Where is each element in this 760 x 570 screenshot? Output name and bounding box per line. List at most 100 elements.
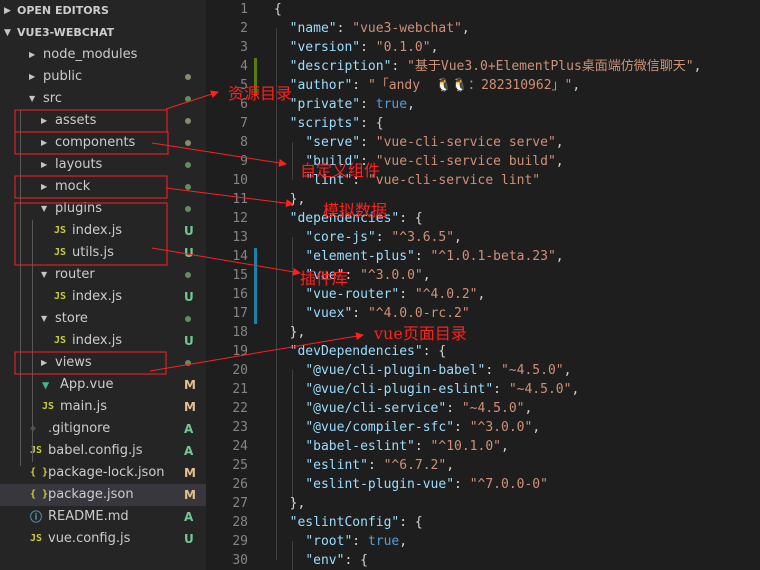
json-punct: : [493,382,509,397]
json-key: "private" [289,97,361,112]
annotation-label-3: 插件库 [300,269,349,288]
tree-folder-store[interactable]: ▼ store [0,308,206,330]
json-punct: , [430,40,439,55]
git-status-badge: M [184,378,196,392]
chevron-right-icon: ▶ [41,138,48,147]
project-header[interactable]: ▼ VUE3-WEBCHAT [0,22,206,44]
json-key: "author" [289,78,353,93]
chevron-right-icon: ▶ [41,182,48,191]
git-status-badge: M [184,400,196,414]
json-key: "env" [305,553,345,568]
git-file-icon: ◆ [30,423,37,434]
tree-folder-public[interactable]: ▶ public [0,66,206,88]
tree-item-label: public [43,69,83,84]
code-line: "babel-eslint": "^10.1.0", [274,437,509,456]
json-punct [274,363,305,378]
tree-file-index-js[interactable]: JS index.js U [0,286,206,308]
project-title: VUE3-WEBCHAT [17,26,115,39]
chevron-down-icon: ▼ [41,204,48,213]
code-line: "author": "「andy 🐧🐧：282310962」", [274,76,581,95]
tree-file-vue-config-js[interactable]: JS vue.config.js U [0,528,206,550]
json-punct: , [524,401,533,416]
tree-item-label: package.json [48,487,134,502]
json-punct: : [454,477,470,492]
tree-folder-views[interactable]: ▶ views [0,352,206,374]
tree-file-index-js[interactable]: JS index.js U [0,330,206,352]
json-punct: , [477,287,486,302]
tree-file-utils-js[interactable]: JS utils.js U [0,242,206,264]
tree-file--gitignore[interactable]: ◆ .gitignore A [0,418,206,440]
json-punct: : { [422,344,447,359]
json-key: "description" [289,59,392,74]
tree-file-package-json[interactable]: { } package.json M [0,484,206,506]
line-number: 28 [232,515,248,530]
tree-folder-plugins[interactable]: ▼ plugins [0,198,206,220]
chevron-down-icon: ▼ [41,314,48,323]
line-number: 7 [240,116,248,131]
git-status-badge: U [184,334,194,348]
js-file-icon: JS [42,401,55,412]
line-number: 3 [240,40,248,55]
annotation-label-0: 资源目录 [228,84,293,103]
line-number: 12 [232,211,248,226]
tree-item-label: router [55,267,95,282]
code-line: "devDependencies": { [274,342,447,361]
git-status-dot [185,360,191,366]
tree-item-label: index.js [72,333,123,348]
tree-folder-layouts[interactable]: ▶ layouts [0,154,206,176]
json-key: "devDependencies" [289,344,423,359]
json-punct: , [571,382,580,397]
tree-file-main-js[interactable]: JS main.js M [0,396,206,418]
line-number: 11 [232,192,248,207]
json-string: "~4.5.0" [461,401,525,416]
json-key: "eslint" [305,458,368,473]
tree-file-readme-md[interactable]: ⓘ README.md A [0,506,206,528]
annotation-label-1: 自定义组件 [300,161,381,180]
json-punct: : [446,401,462,416]
line-number: 16 [232,287,248,302]
tree-file-babel-config-js[interactable]: JS babel.config.js A [0,440,206,462]
json-punct: }, [274,325,306,340]
json-punct: : [485,363,501,378]
chevron-right-icon: ▶ [4,6,11,16]
open-editors-header[interactable]: ▶ OPEN EDITORS [0,0,206,22]
json-key: "@vue/cli-plugin-babel" [305,363,486,378]
annotation-label-2: 模拟数据 [323,201,388,220]
json-punct: : [454,420,470,435]
code-line: "root": true, [274,532,407,551]
line-number: 30 [232,553,248,568]
annotation-label-4: vue页面目录 [374,324,467,343]
tree-folder-components[interactable]: ▶ components [0,132,206,154]
code-line: "@vue/cli-plugin-babel": "~4.5.0", [274,361,571,380]
tree-file-index-js[interactable]: JS index.js U [0,220,206,242]
tree-folder-assets[interactable]: ▶ assets [0,110,206,132]
git-status-dot [185,184,191,190]
json-string: "~4.5.0" [500,363,564,378]
tree-item-label: package-lock.json [48,465,165,480]
tree-folder-mock[interactable]: ▶ mock [0,176,206,198]
json-punct: : { [360,116,384,131]
json-string: "^4.0.0-rc.2" [367,306,470,321]
tree-folder-node-modules[interactable]: ▶ node_modules [0,44,206,66]
line-number: 21 [232,382,248,397]
json-file-icon: { } [30,467,49,478]
json-punct [274,553,305,568]
line-number: 27 [232,496,248,511]
git-status-badge: U [184,532,194,546]
line-number: 26 [232,477,248,492]
tree-folder-src[interactable]: ▼ src [0,88,206,110]
code-line: }, [274,190,306,209]
gutter-modified-marker [254,248,257,324]
line-number: 19 [232,344,248,359]
json-punct [274,534,305,549]
tree-folder-router[interactable]: ▼ router [0,264,206,286]
tree-item-label: mock [55,179,91,194]
json-punct: , [422,268,431,283]
line-number: 9 [240,154,248,169]
tree-file-package-lock-json[interactable]: { } package-lock.json M [0,462,206,484]
json-key: "scripts" [289,116,361,131]
tree-file-app-vue[interactable]: ▼ App.vue M [0,374,206,396]
git-status-badge: M [184,488,196,502]
code-line: "env": { [274,551,368,570]
chevron-down-icon: ▼ [4,28,11,38]
